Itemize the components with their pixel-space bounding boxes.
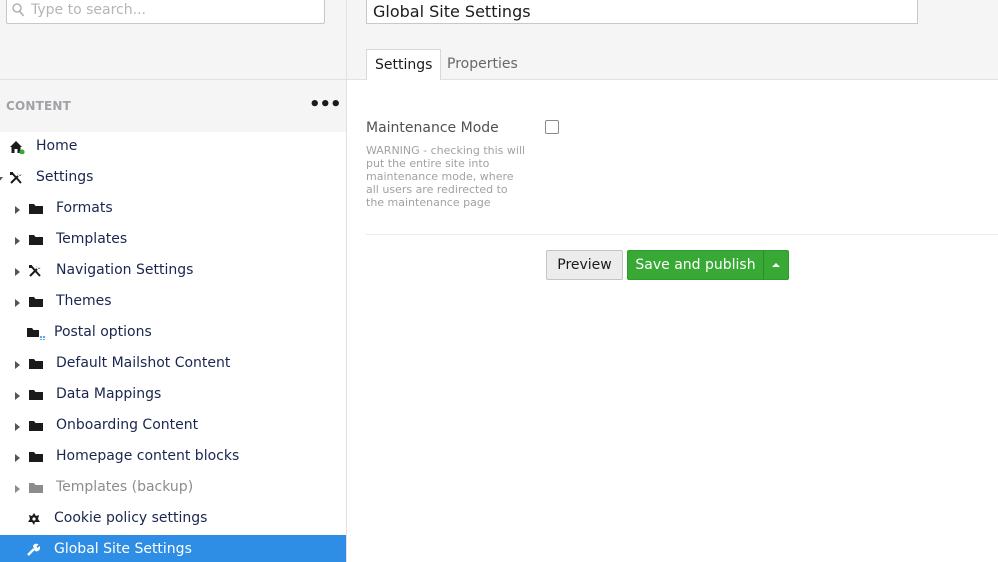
save-and-publish-button[interactable]: Save and publish (627, 250, 764, 280)
tree-node-label: Home (36, 138, 78, 154)
tree-actions-button[interactable]: ••• (309, 96, 342, 114)
home-icon (10, 141, 25, 154)
search-area (0, 0, 346, 80)
tab-label: Properties (447, 56, 518, 72)
node-name-input[interactable] (366, 0, 918, 24)
tree-node-themes[interactable]: Themes (0, 287, 346, 318)
caret-down-icon[interactable] (0, 177, 3, 182)
property-label: Maintenance Mode (366, 120, 499, 136)
search-box[interactable] (6, 0, 325, 24)
caret-right-icon[interactable] (15, 206, 20, 214)
folder-dotted-icon (27, 328, 45, 340)
editor-header: Settings Properties (347, 0, 998, 80)
search-input[interactable] (31, 0, 321, 21)
tree-node-templates[interactable]: Templates (0, 225, 346, 256)
tree-node-label: Templates (56, 231, 128, 247)
caret-right-icon[interactable] (15, 361, 20, 369)
tree-node-settings[interactable]: Settings (0, 163, 346, 194)
tree-node-label: Postal options (54, 324, 152, 340)
tree-node-label: Homepage content blocks (56, 448, 240, 464)
tab-label: Settings (375, 57, 433, 73)
tree-node-label: Data Mappings (56, 386, 162, 402)
tree-node-label: Themes (56, 293, 112, 309)
folder-icon (29, 452, 43, 462)
caret-right-icon[interactable] (15, 268, 20, 276)
caret-right-icon[interactable] (15, 299, 20, 307)
folder-icon (29, 235, 43, 245)
caret-up-icon (772, 263, 780, 267)
tree-node-global-site-settings[interactable]: Global Site Settings (0, 535, 346, 562)
caret-right-icon[interactable] (15, 454, 20, 462)
caret-right-icon[interactable] (15, 392, 20, 400)
folder-icon (29, 204, 43, 214)
tree-node-homepage-content-blocks[interactable]: Homepage content blocks (0, 442, 346, 473)
tree-node-label: Settings (36, 169, 94, 185)
folder-icon (29, 483, 43, 493)
preview-button[interactable]: Preview (546, 250, 623, 280)
tree-node-label: Default Mailshot Content (56, 355, 231, 371)
cookie-icon (28, 513, 40, 525)
content-tree: Home Settings Formats Templates Navigati… (0, 132, 346, 562)
wrench-icon (27, 543, 41, 556)
tree-node-formats[interactable]: Formats (0, 194, 346, 225)
folder-icon (29, 359, 43, 369)
tree-node-postal-options[interactable]: Postal options (0, 318, 346, 349)
tree-node-label: Onboarding Content (56, 417, 199, 433)
maintenance-mode-checkbox[interactable] (545, 120, 559, 134)
tree-node-label: Templates (backup) (56, 479, 194, 495)
tree-node-templates-backup[interactable]: Templates (backup) (0, 473, 346, 504)
folder-icon (29, 297, 43, 307)
property-row-maintenance-mode: Maintenance Mode WARNING - checking this… (366, 119, 998, 235)
tools-icon (29, 265, 41, 277)
publish-options-button[interactable] (763, 250, 789, 280)
folder-icon (29, 390, 43, 400)
tree-section-title: CONTENT (6, 99, 72, 113)
tree-node-onboarding-content[interactable]: Onboarding Content (0, 411, 346, 442)
tree-node-label: Navigation Settings (56, 262, 194, 278)
tools-icon (10, 172, 22, 184)
tab-settings[interactable]: Settings (366, 49, 442, 80)
tree-node-default-mailshot-content[interactable]: Default Mailshot Content (0, 349, 346, 380)
search-icon (12, 3, 25, 17)
tree-node-home[interactable]: Home (0, 132, 346, 163)
tree-node-label: Cookie policy settings (54, 510, 208, 526)
tree-node-data-mappings[interactable]: Data Mappings (0, 380, 346, 411)
editor-panel: Settings Properties Maintenance Mode WAR… (347, 0, 998, 562)
caret-right-icon[interactable] (15, 237, 20, 245)
tree-node-navigation-settings[interactable]: Navigation Settings (0, 256, 346, 287)
tree-node-label: Formats (56, 200, 113, 216)
tree-header: CONTENT ••• (0, 80, 346, 132)
caret-right-icon[interactable] (15, 485, 20, 493)
property-description: WARNING - checking this will put the ent… (366, 144, 526, 209)
content-tree-panel: CONTENT ••• Home Settings (0, 0, 347, 562)
tree-node-cookie-policy-settings[interactable]: Cookie policy settings (0, 504, 346, 535)
folder-icon (29, 421, 43, 431)
tree-node-label: Global Site Settings (54, 541, 192, 557)
tab-properties[interactable]: Properties (439, 49, 526, 80)
caret-right-icon[interactable] (15, 423, 20, 431)
